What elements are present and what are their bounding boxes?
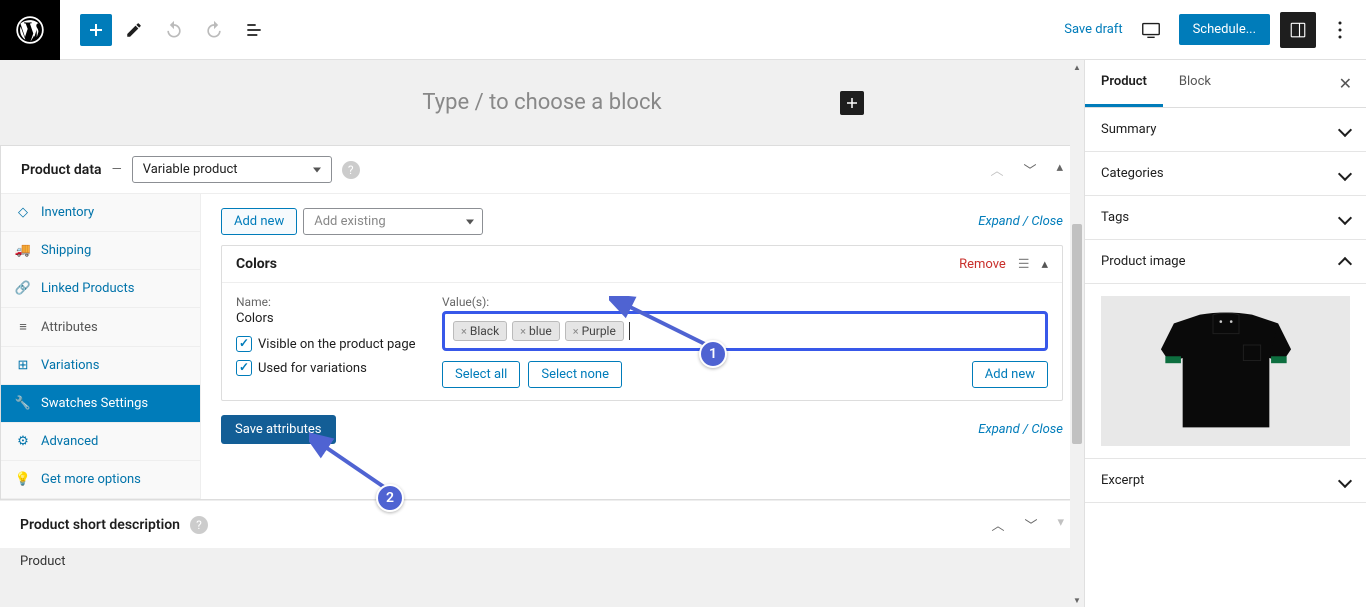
attribute-values-input[interactable]: ×Black ×blue ×Purple: [442, 311, 1048, 351]
inventory-icon: ◇: [15, 205, 31, 220]
product-data-tabs: ◇Inventory 🚚Shipping 🔗Linked Products ≡A…: [1, 194, 201, 499]
section-excerpt[interactable]: Excerpt: [1085, 459, 1366, 503]
attributes-content: Add new Add existing Expand / Close Colo…: [201, 194, 1083, 499]
used-for-variations-checkbox[interactable]: [236, 360, 252, 376]
remove-attribute-link[interactable]: Remove: [959, 257, 1006, 272]
chevron-down-icon: [1338, 473, 1352, 487]
panel-caret-icon[interactable]: ▾: [1057, 515, 1064, 534]
settings-panel-toggle-icon[interactable]: [1280, 12, 1316, 48]
attribute-colors-box: Colors Remove ☰ ▴ Name: Colors Visible o…: [221, 245, 1063, 401]
topbar-right-tools: Save draft Schedule...: [1064, 12, 1366, 48]
visible-label: Visible on the product page: [258, 337, 416, 352]
section-tags[interactable]: Tags: [1085, 196, 1366, 240]
product-image-preview[interactable]: [1085, 284, 1366, 459]
expand-collapse-link-bottom[interactable]: Expand / Close: [978, 422, 1063, 437]
values-label: Value(s):: [442, 295, 1048, 309]
topbar-left-tools: [60, 12, 272, 48]
annotation-badge-1: 1: [699, 340, 727, 368]
inline-add-block-button[interactable]: [840, 91, 864, 115]
section-categories[interactable]: Categories: [1085, 152, 1366, 196]
tab-get-more-options[interactable]: 💡Get more options: [1, 461, 200, 499]
lightbulb-icon: 💡: [15, 472, 31, 487]
gear-icon: ⚙: [15, 434, 31, 449]
dash-separator: —: [112, 162, 122, 177]
options-menu-icon[interactable]: [1326, 12, 1354, 48]
remove-tag-icon[interactable]: ×: [520, 325, 526, 338]
link-icon: 🔗: [15, 281, 31, 296]
chevron-down-icon: [1338, 166, 1352, 180]
close-sidebar-icon[interactable]: ✕: [1325, 60, 1366, 107]
name-label: Name:: [236, 295, 426, 309]
drag-handle-icon[interactable]: ☰: [1018, 257, 1030, 272]
shipping-icon: 🚚: [15, 243, 31, 258]
sidebar-tab-product[interactable]: Product: [1085, 60, 1163, 107]
annotation-badge-2: 2: [376, 484, 404, 512]
short-description-title: Product short description: [20, 517, 180, 533]
schedule-button[interactable]: Schedule...: [1179, 14, 1270, 45]
select-all-button[interactable]: Select all: [442, 361, 520, 388]
product-image-thumbnail: [1136, 306, 1316, 436]
tab-advanced[interactable]: ⚙Advanced: [1, 423, 200, 461]
edit-mode-icon[interactable]: [116, 12, 152, 48]
list-icon: ≡: [15, 319, 31, 335]
short-description-header: Product short description ? ︿ ﹀ ▾: [0, 500, 1084, 548]
panel-up-icon[interactable]: ︿: [990, 160, 1003, 179]
visible-checkbox[interactable]: [236, 336, 252, 352]
panel-up-icon[interactable]: ︿: [991, 515, 1004, 534]
collapse-attribute-icon[interactable]: ▴: [1041, 257, 1048, 272]
save-draft-link[interactable]: Save draft: [1064, 22, 1122, 37]
add-new-attribute-button[interactable]: Add new: [221, 208, 297, 235]
undo-icon[interactable]: [156, 12, 192, 48]
product-data-title: Product data: [21, 162, 102, 178]
product-data-panel: Product data — Variable product ? ︿ ﹀ ▴ …: [0, 145, 1084, 500]
name-value: Colors: [236, 311, 426, 326]
wordpress-logo[interactable]: [0, 0, 60, 60]
text-cursor: [629, 322, 630, 340]
expand-collapse-link[interactable]: Expand / Close: [978, 214, 1063, 229]
help-icon[interactable]: ?: [190, 516, 208, 534]
block-placeholder[interactable]: Type / to choose a block: [422, 90, 661, 115]
help-icon[interactable]: ?: [342, 161, 360, 179]
tag-black[interactable]: ×Black: [453, 321, 507, 341]
panel-caret-icon[interactable]: ▴: [1056, 160, 1063, 179]
chevron-down-icon: [1338, 122, 1352, 136]
tab-attributes[interactable]: ≡Attributes: [1, 308, 200, 347]
section-summary[interactable]: Summary: [1085, 108, 1366, 152]
chevron-up-icon: [1338, 256, 1352, 270]
attribute-title: Colors: [236, 256, 277, 272]
tab-linked-products[interactable]: 🔗Linked Products: [1, 270, 200, 308]
add-block-button[interactable]: [80, 14, 112, 46]
remove-tag-icon[interactable]: ×: [461, 325, 467, 338]
preview-device-icon[interactable]: [1133, 12, 1169, 48]
tab-swatches-settings[interactable]: 🔧Swatches Settings: [1, 385, 200, 423]
section-product-image[interactable]: Product image: [1085, 240, 1366, 284]
editor-canvas: Type / to choose a block Product data — …: [0, 60, 1084, 607]
document-outline-icon[interactable]: [236, 12, 272, 48]
save-attributes-button[interactable]: Save attributes: [221, 415, 336, 444]
editor-topbar: Save draft Schedule...: [0, 0, 1366, 60]
add-new-value-button[interactable]: Add new: [972, 361, 1048, 388]
grid-icon: ⊞: [15, 358, 31, 373]
settings-sidebar: Product Block ✕ Summary Categories Tags …: [1084, 60, 1366, 607]
tab-inventory[interactable]: ◇Inventory: [1, 194, 200, 232]
footer-product-label: Product: [0, 548, 1084, 575]
redo-icon[interactable]: [196, 12, 232, 48]
panel-down-icon[interactable]: ﹀: [1023, 160, 1036, 179]
product-type-select[interactable]: Variable product: [132, 156, 332, 183]
select-none-button[interactable]: Select none: [528, 361, 622, 388]
tab-shipping[interactable]: 🚚Shipping: [1, 232, 200, 270]
tag-purple[interactable]: ×Purple: [565, 321, 624, 341]
sidebar-tab-block[interactable]: Block: [1163, 60, 1227, 107]
canvas-scrollbar[interactable]: ▲ ▼: [1070, 60, 1084, 607]
wrench-icon: 🔧: [15, 396, 31, 411]
tab-variations[interactable]: ⊞Variations: [1, 347, 200, 385]
panel-down-icon[interactable]: ﹀: [1024, 515, 1037, 534]
used-label: Used for variations: [258, 361, 367, 376]
remove-tag-icon[interactable]: ×: [573, 325, 579, 338]
add-existing-attribute-select[interactable]: Add existing: [303, 208, 483, 235]
tag-blue[interactable]: ×blue: [512, 321, 560, 341]
chevron-down-icon: [1338, 210, 1352, 224]
